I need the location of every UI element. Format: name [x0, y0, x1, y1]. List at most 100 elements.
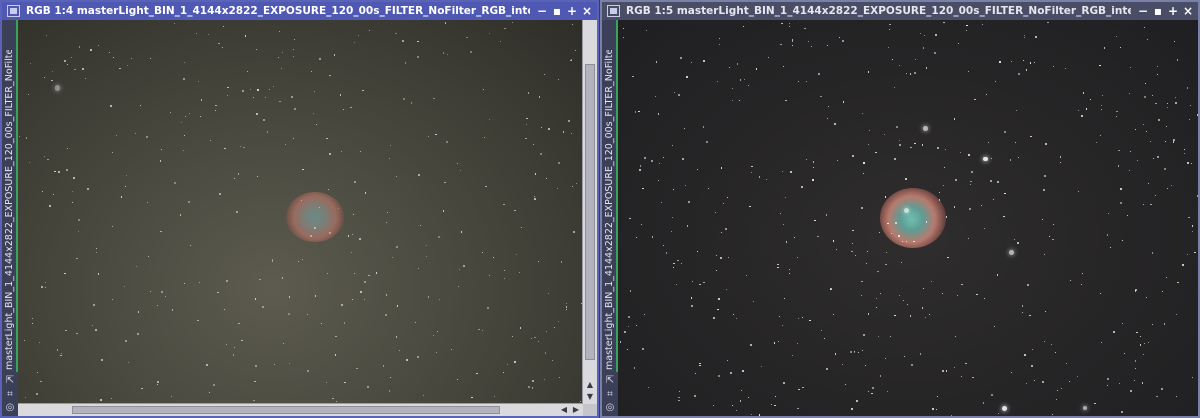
star — [538, 96, 540, 98]
star — [1047, 21, 1049, 24]
star — [504, 28, 506, 30]
star — [136, 332, 139, 335]
star — [731, 99, 733, 101]
maximize-button[interactable]: + — [1167, 5, 1179, 17]
star — [884, 134, 886, 136]
close-button[interactable]: × — [1182, 5, 1194, 17]
star — [990, 158, 992, 160]
star — [1156, 395, 1158, 397]
star — [894, 314, 896, 316]
star — [866, 251, 868, 253]
star — [99, 399, 102, 402]
star — [301, 258, 303, 260]
scroll-corner — [583, 404, 597, 416]
star — [862, 334, 865, 337]
star — [254, 298, 256, 300]
pin-icon[interactable]: ⇱ — [4, 375, 16, 386]
star — [684, 184, 687, 187]
image-viewport-left[interactable] — [18, 20, 583, 404]
scroll-right-arrow[interactable]: ▶ — [571, 404, 581, 416]
star — [1121, 410, 1124, 413]
image-window-right[interactable]: RGB 1:5 masterLight_BIN_1_4144x2822_EXPO… — [600, 0, 1200, 418]
star — [863, 162, 865, 164]
star — [359, 151, 361, 153]
pin-icon[interactable]: ⇱ — [604, 375, 616, 386]
star — [184, 116, 186, 118]
vertical-scroll-thumb[interactable] — [585, 64, 595, 360]
scroll-down-arrow[interactable]: ▼ — [583, 392, 597, 402]
star — [727, 256, 729, 259]
star — [850, 351, 853, 354]
star — [1140, 335, 1142, 337]
fit-view-icon[interactable]: ⌗ — [604, 389, 616, 400]
star — [884, 196, 887, 198]
star — [994, 81, 996, 83]
star — [81, 68, 84, 71]
scroll-left-arrow[interactable]: ◀ — [559, 404, 569, 416]
close-button[interactable]: × — [581, 5, 593, 17]
star — [225, 280, 228, 283]
star — [503, 277, 505, 279]
star — [970, 183, 972, 185]
star — [739, 99, 741, 102]
vertical-image-id[interactable]: masterLight_BIN_1_4144x2822_EXPOSURE_120… — [4, 50, 15, 370]
star — [79, 46, 81, 48]
shade-button[interactable]: ▪ — [1152, 5, 1164, 17]
image-viewport-right[interactable] — [618, 20, 1198, 416]
star — [937, 147, 940, 150]
star — [540, 127, 543, 129]
vertical-image-id[interactable]: masterLight_BIN_1_4144x2822_EXPOSURE_120… — [604, 50, 615, 370]
fit-view-icon[interactable]: ⌗ — [4, 389, 16, 400]
star — [545, 331, 548, 333]
settings-icon[interactable]: ◎ — [4, 402, 16, 413]
star — [726, 197, 728, 199]
window-sidebar-left[interactable]: masterLight_BIN_1_4144x2822_EXPOSURE_120… — [2, 20, 19, 416]
titlebar-left[interactable]: RGB 1:4 masterLight_BIN_1_4144x2822_EXPO… — [2, 2, 597, 20]
vertical-scrollbar[interactable]: ▲ ▼ — [582, 20, 597, 404]
scroll-up-arrow[interactable]: ▲ — [583, 380, 597, 390]
star — [402, 40, 404, 42]
star — [919, 32, 921, 34]
star — [789, 170, 792, 173]
star — [994, 325, 996, 327]
star — [726, 360, 728, 362]
window-sidebar-right[interactable]: masterLight_BIN_1_4144x2822_EXPOSURE_120… — [602, 20, 619, 416]
horizontal-scroll-thumb[interactable] — [72, 406, 500, 414]
star — [1188, 217, 1190, 219]
star — [314, 227, 316, 229]
star — [1177, 282, 1179, 284]
star — [530, 338, 532, 340]
star — [766, 179, 768, 181]
minimize-button[interactable]: − — [1137, 5, 1149, 17]
star — [1175, 395, 1177, 397]
star — [512, 22, 514, 24]
titlebar-right[interactable]: RGB 1:5 masterLight_BIN_1_4144x2822_EXPO… — [602, 2, 1198, 20]
star — [1104, 47, 1106, 49]
star — [774, 404, 776, 406]
star — [208, 392, 210, 394]
star — [1123, 352, 1126, 355]
star — [1109, 246, 1111, 248]
star — [865, 364, 867, 366]
star — [938, 199, 940, 201]
star — [1173, 40, 1175, 42]
image-window-left[interactable]: RGB 1:4 masterLight_BIN_1_4144x2822_EXPO… — [0, 0, 599, 418]
star — [382, 365, 385, 367]
star — [518, 271, 520, 274]
star — [884, 358, 886, 360]
star — [1143, 354, 1145, 356]
star — [534, 336, 536, 338]
settings-icon[interactable]: ◎ — [604, 402, 616, 413]
star — [264, 97, 266, 99]
maximize-button[interactable]: + — [566, 5, 578, 17]
star — [1142, 123, 1144, 125]
horizontal-scrollbar[interactable]: ◀ ▶ — [18, 403, 583, 416]
shade-button[interactable]: ▪ — [551, 5, 563, 17]
star — [51, 70, 53, 73]
star — [537, 341, 540, 343]
star — [646, 29, 648, 31]
star — [575, 182, 577, 185]
star — [678, 390, 680, 392]
minimize-button[interactable]: − — [536, 5, 548, 17]
star — [955, 336, 957, 338]
